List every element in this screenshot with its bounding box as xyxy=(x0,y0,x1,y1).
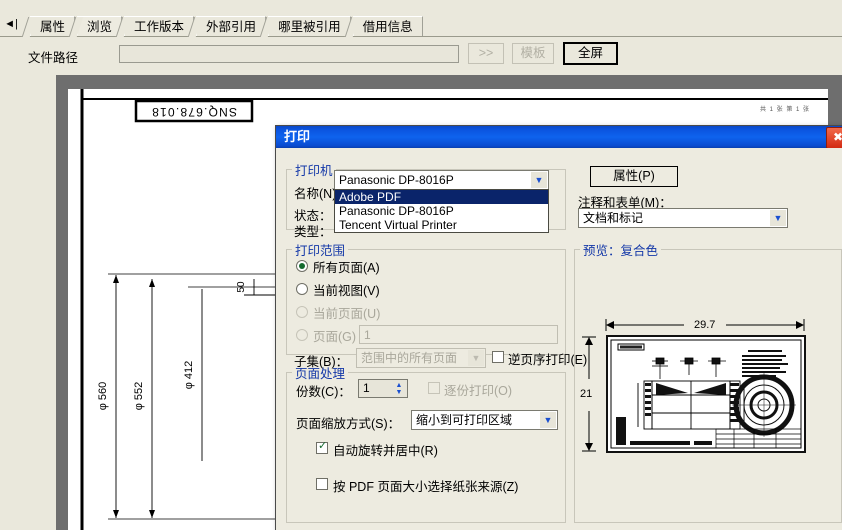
radio-all-pages[interactable] xyxy=(296,260,308,272)
tab-label: 属性 xyxy=(40,20,66,34)
auto-rotate-checkbox[interactable] xyxy=(316,440,328,454)
tab-where-referenced[interactable]: 哪里被引用 xyxy=(268,16,351,36)
preview-area: 29.7 21 xyxy=(574,240,842,523)
radio-all-pages-label: 所有页面(A) xyxy=(313,261,380,275)
svg-text:50: 50 xyxy=(236,281,247,293)
tab-external-ref[interactable]: 外部引用 xyxy=(196,16,267,36)
reverse-pages-checkbox[interactable] xyxy=(492,351,504,363)
preview-drawing xyxy=(610,339,802,449)
dropdown-item[interactable]: Adobe PDF xyxy=(335,190,548,204)
tab-label: 哪里被引用 xyxy=(278,20,341,34)
printer-name-combo[interactable]: Panasonic DP-8016P ▼ xyxy=(334,170,549,190)
dialog-body: 打印机 名称(N)： Panasonic DP-8016P ▼ 状态： 类型： … xyxy=(276,148,842,530)
tab-label: 浏览 xyxy=(87,20,113,34)
expand-button[interactable]: >> xyxy=(468,43,504,64)
file-path-label: 文件路径 xyxy=(28,51,79,65)
tab-strip: ◄| 属性 浏览 工作版本 外部引用 哪里被引用 借用信息 xyxy=(0,14,842,37)
copies-stepper[interactable]: 1 ▲ ▼ xyxy=(358,379,408,398)
close-icon[interactable]: ✖ xyxy=(826,127,842,149)
svg-text:φ 412: φ 412 xyxy=(183,361,195,390)
tab-borrow-info[interactable]: 借用信息 xyxy=(352,16,423,36)
annotations-combo[interactable]: 文档和标记 ▼ xyxy=(578,208,788,228)
page-scaling-label: 页面缩放方式(S)： xyxy=(296,417,401,431)
print-dialog: 打印 ✖ 打印机 名称(N)： Panasonic DP-8016P ▼ 状态：… xyxy=(275,125,842,530)
preview-height-value: 21 xyxy=(580,388,593,400)
printer-name-value: Panasonic DP-8016P xyxy=(339,173,454,187)
printer-group-legend: 打印机 xyxy=(295,164,333,178)
pages-value: 1 xyxy=(364,328,371,342)
tab-label: 外部引用 xyxy=(206,20,257,34)
collate-label: 逐份打印(O) xyxy=(444,384,513,398)
dropdown-item[interactable]: Tencent Virtual Printer xyxy=(335,218,548,232)
radio-pages-label: 页面(G) xyxy=(313,330,357,344)
svg-text:φ 560: φ 560 xyxy=(97,382,109,411)
radio-current-page xyxy=(296,306,308,318)
spinner-arrows-icon[interactable]: ▲ ▼ xyxy=(392,380,406,397)
dropdown-item[interactable]: Panasonic DP-8016P xyxy=(335,204,548,218)
printer-properties-button[interactable]: 属性(P) xyxy=(590,166,678,187)
annotations-value: 文档和标记 xyxy=(583,211,644,225)
app-window: ◄| 属性 浏览 工作版本 外部引用 哪里被引用 借用信息 文件路径 >> 模板… xyxy=(0,0,842,530)
chevron-down-icon[interactable]: ▼ xyxy=(531,172,547,188)
page-handling-legend: 页面处理 xyxy=(295,367,346,381)
page-scaling-combo[interactable]: 缩小到可打印区域 ▼ xyxy=(411,410,558,430)
page-scaling-value: 缩小到可打印区域 xyxy=(416,413,513,427)
preview-width-value: 29.7 xyxy=(694,319,716,331)
fullscreen-button[interactable]: 全屏 xyxy=(563,42,618,65)
paper-source-label: 按 PDF 页面大小选择纸张来源(Z) xyxy=(333,480,519,494)
tab-list: 属性 浏览 工作版本 外部引用 哪里被引用 借用信息 xyxy=(30,14,425,36)
nav-first-icon[interactable]: ◄| xyxy=(4,17,18,31)
dialog-title-bar[interactable]: 打印 ✖ xyxy=(276,126,842,149)
svg-text:φ 552: φ 552 xyxy=(133,382,145,411)
preview-thumbnail xyxy=(606,335,806,453)
tab-properties[interactable]: 属性 xyxy=(30,16,76,36)
radio-pages xyxy=(296,329,308,341)
copies-value: 1 xyxy=(363,381,370,395)
copies-label: 份数(C)： xyxy=(296,385,351,399)
tab-work-version[interactable]: 工作版本 xyxy=(124,16,195,36)
tab-label: 工作版本 xyxy=(134,20,185,34)
printer-type-label: 类型： xyxy=(294,225,332,239)
radio-current-view[interactable] xyxy=(296,283,308,295)
radio-current-view-label: 当前视图(V) xyxy=(313,284,380,298)
template-button[interactable]: 模板 xyxy=(512,43,554,64)
printer-dropdown-list[interactable]: Adobe PDF Panasonic DP-8016P Tencent Vir… xyxy=(334,189,549,233)
collate-checkbox xyxy=(428,382,440,394)
radio-current-page-label: 当前页面(U) xyxy=(313,307,381,321)
pages-input: 1 xyxy=(359,325,558,344)
file-path-input[interactable] xyxy=(119,45,459,63)
paper-source-checkbox[interactable] xyxy=(316,478,328,490)
tab-browse[interactable]: 浏览 xyxy=(77,16,123,36)
svg-text:SNQ.678.018: SNQ.678.018 xyxy=(151,105,237,119)
tab-label: 借用信息 xyxy=(362,20,413,34)
dialog-title-text: 打印 xyxy=(284,129,311,144)
chevron-down-icon[interactable]: ▼ xyxy=(540,412,556,428)
auto-rotate-label: 自动旋转并居中(R) xyxy=(333,444,438,458)
chevron-down-icon[interactable]: ▼ xyxy=(770,210,786,226)
